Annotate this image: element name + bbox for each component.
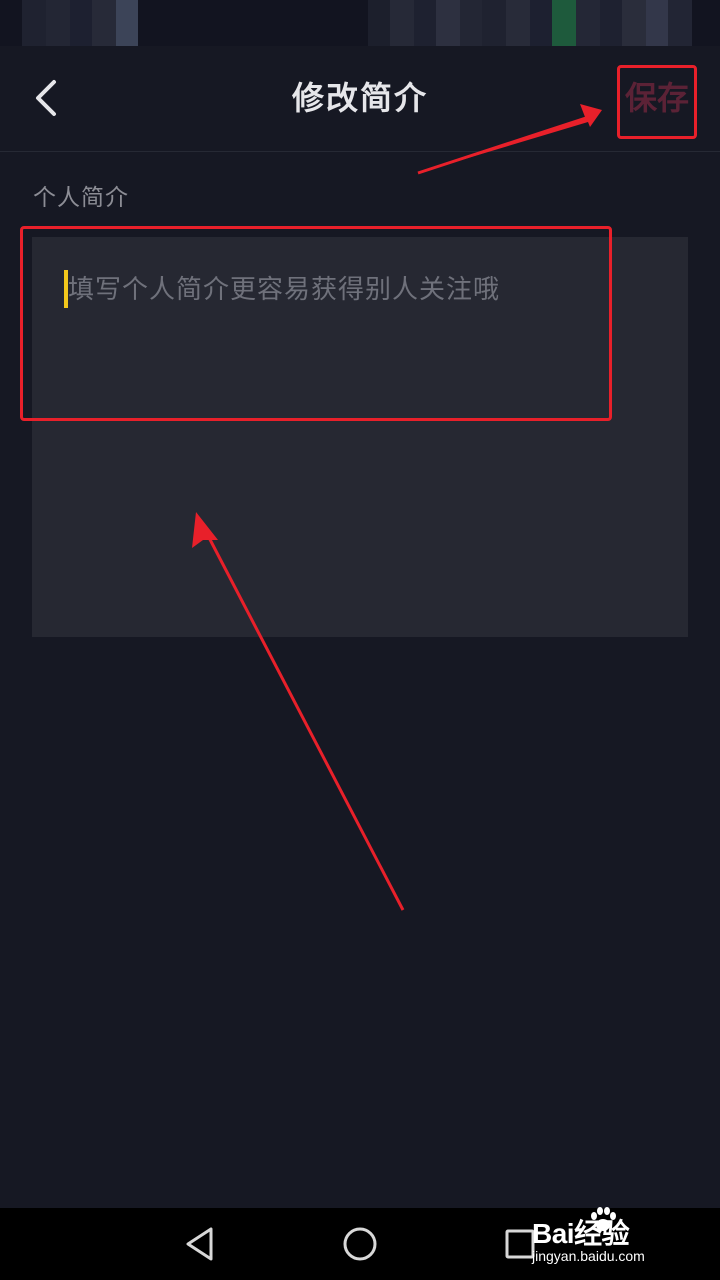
status-pixel: [116, 0, 138, 46]
nav-home-button[interactable]: [336, 1222, 384, 1266]
status-pixel: [460, 0, 482, 46]
status-pixel: [414, 0, 436, 46]
status-pixel: [646, 0, 668, 46]
nav-back-button[interactable]: [176, 1222, 224, 1266]
baidu-jingyan-watermark: Bai经验 jingyan.baidu.com: [532, 1207, 682, 1270]
status-pixel: [22, 0, 46, 46]
status-pixel: [436, 0, 460, 46]
status-pixel: [390, 0, 414, 46]
status-pixel: [506, 0, 530, 46]
triangle-back-icon: [186, 1227, 213, 1261]
status-pixel: [668, 0, 692, 46]
status-pixel: [368, 0, 390, 46]
status-bar: [0, 0, 720, 46]
paw-icon: [591, 1207, 616, 1231]
watermark-domain: jingyan.baidu.com: [532, 1248, 645, 1264]
chevron-left-icon: [36, 80, 56, 116]
bio-placeholder: 填写个人简介更容易获得别人关注哦: [68, 275, 501, 305]
status-pixel: [600, 0, 622, 46]
status-pixel: [482, 0, 506, 46]
status-pixel: [46, 0, 70, 46]
back-button[interactable]: [24, 74, 68, 122]
bio-label: 个人简介: [33, 185, 129, 211]
page-title: 修改简介: [291, 79, 428, 117]
status-pixel: [70, 0, 92, 46]
circle-home-icon: [343, 1227, 377, 1261]
status-pixel: [530, 0, 552, 46]
status-pixel: [576, 0, 600, 46]
save-button[interactable]: 保存: [622, 68, 692, 128]
status-pixel: [552, 0, 576, 46]
status-pixel: [92, 0, 116, 46]
status-pixel: [622, 0, 646, 46]
top-bar: 修改简介 保存: [0, 46, 720, 152]
